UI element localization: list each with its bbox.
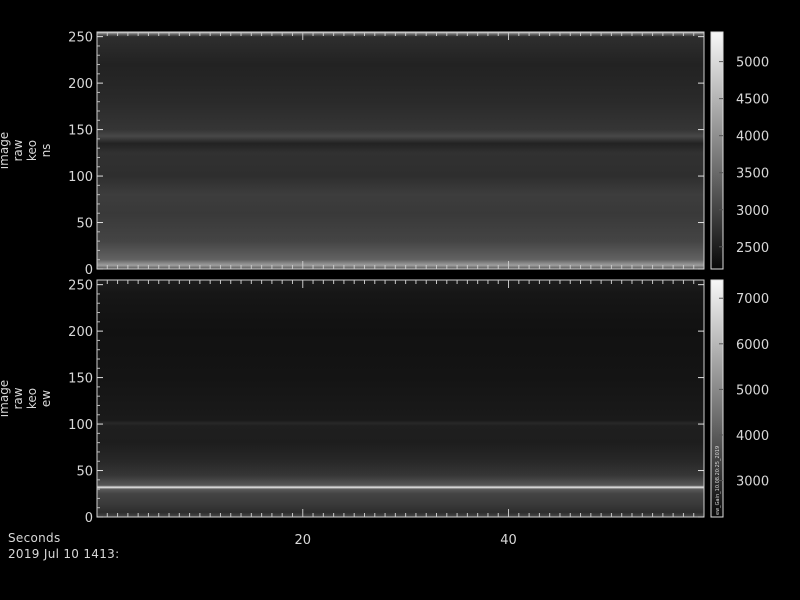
y-tick-label: 200: [68, 325, 93, 340]
y-tick-label: 100: [68, 418, 93, 433]
x-tick-label: 20: [294, 533, 311, 548]
colorbar-tick-label: 4500: [736, 93, 769, 108]
colorbar-tick-label: 5000: [736, 383, 769, 398]
y-axis-label: image raw keo ns: [0, 132, 53, 169]
y-axis-label-word: image: [0, 132, 11, 169]
keogram-image: [97, 280, 704, 517]
colorbar-tick-label: 3000: [736, 204, 769, 219]
keogram-panel-2: 0 50 100 150 200 250 image raw keo ew 3000 4000 5000…: [0, 279, 769, 548]
y-axis-label-word: ew: [39, 390, 53, 407]
y-axis-label-word: keo: [25, 140, 39, 161]
keogram-panel-1: 0 50 100 150 200 250 image raw keo ns 2500 3000 3500…: [0, 31, 769, 278]
colorbar-tick-label: 3500: [736, 167, 769, 182]
colorbar-tick-label: 6000: [736, 338, 769, 353]
x-tick-label: 40: [500, 533, 517, 548]
y-tick-label: 100: [68, 170, 93, 185]
y-axis-label: image raw keo ew: [0, 380, 53, 417]
y-tick-label: 0: [85, 263, 93, 278]
y-axis-label-word: raw: [11, 139, 25, 161]
keogram-figure: 050100150200250image raw keo ns250030003500…: [0, 31, 769, 548]
colorbar-annotation: ew_Gain_10.08.20:25_2019: [715, 446, 721, 515]
y-axis-label-word: image: [0, 380, 11, 417]
date-stamp: 2019 Jul 10 1413:: [8, 547, 120, 561]
y-tick-label: 200: [68, 77, 93, 92]
y-axis-label-word: ns: [39, 144, 53, 158]
y-tick-label: 50: [76, 465, 93, 480]
colorbar-tick-label: 5000: [736, 56, 769, 71]
y-tick-label: 50: [76, 217, 93, 232]
y-tick-label: 250: [68, 31, 93, 46]
colorbar-tick-label: 3000: [736, 475, 769, 490]
colorbar-tick-label: 4000: [736, 130, 769, 145]
y-tick-label: 150: [68, 124, 93, 139]
y-tick-label: 250: [68, 279, 93, 294]
y-axis-label-word: keo: [25, 388, 39, 409]
y-tick-label: 150: [68, 372, 93, 387]
y-axis-label-word: raw: [11, 387, 25, 409]
colorbar-tick-label: 7000: [736, 292, 769, 307]
colorbar-tick-label: 2500: [736, 241, 769, 256]
colorbar-tick-label: 4000: [736, 429, 769, 444]
colorbar: [710, 31, 724, 270]
y-tick-label: 0: [85, 511, 93, 526]
keogram-image: [97, 32, 704, 269]
x-axis-label: Seconds: [8, 531, 61, 545]
